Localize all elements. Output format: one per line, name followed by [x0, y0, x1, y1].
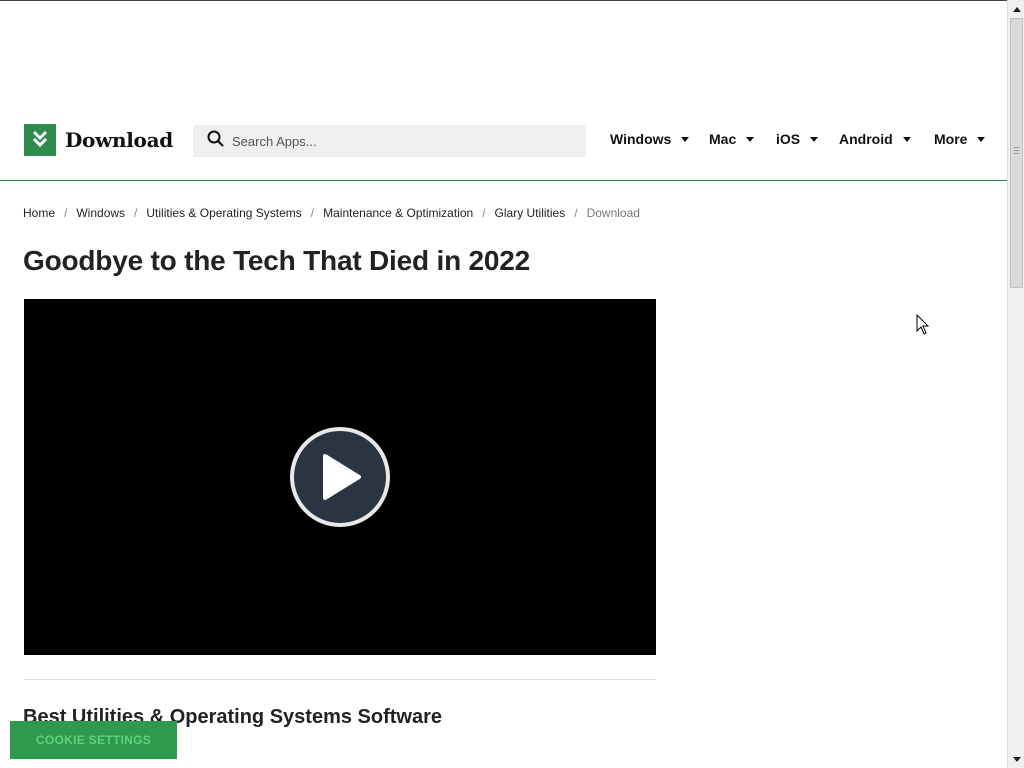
breadcrumb-separator: / [310, 206, 315, 220]
breadcrumb-glary[interactable]: Glary Utilities [495, 206, 566, 220]
nav-android[interactable]: Android [839, 131, 911, 147]
site-header: Download Windows Mac iOS [0, 101, 1007, 181]
nav-windows[interactable]: Windows [610, 131, 690, 147]
mouse-cursor-icon [916, 314, 930, 335]
section-divider [24, 679, 656, 680]
breadcrumb-separator: / [64, 206, 68, 220]
nav-label: Mac [709, 131, 737, 147]
breadcrumb-utilities[interactable]: Utilities & Operating Systems [146, 206, 301, 220]
nav-ios[interactable]: iOS [776, 131, 819, 147]
breadcrumb-separator: / [482, 206, 486, 220]
breadcrumb-separator: / [574, 206, 578, 220]
page: Download Windows Mac iOS [0, 0, 1007, 768]
caret-down-icon [746, 136, 755, 142]
nav-label: Android [839, 131, 893, 147]
nav-label: iOS [776, 131, 801, 147]
breadcrumb-windows[interactable]: Windows [76, 206, 125, 220]
scroll-up-icon[interactable] [1009, 1, 1024, 17]
caret-down-icon [681, 136, 690, 142]
download-arrow-icon [24, 124, 56, 156]
breadcrumb-maintenance[interactable]: Maintenance & Optimization [323, 206, 473, 220]
page-title: Goodbye to the Tech That Died in 2022 [23, 245, 531, 276]
caret-down-icon [810, 136, 819, 142]
breadcrumb-separator: / [134, 206, 138, 220]
site-logo[interactable]: Download [24, 124, 173, 156]
cookie-settings-button[interactable]: COOKIE SETTINGS [10, 721, 177, 759]
breadcrumb-current: Download [586, 206, 640, 220]
scrollbar-thumb[interactable] [1010, 18, 1023, 288]
search-icon [207, 130, 224, 152]
caret-down-icon [902, 136, 911, 142]
breadcrumb-home[interactable]: Home [23, 206, 55, 220]
search-input[interactable] [232, 133, 572, 149]
breadcrumb: Home / Windows / Utilities & Operating S… [23, 206, 640, 220]
caret-down-icon [977, 136, 986, 142]
search-bar[interactable] [193, 125, 586, 157]
logo-text: Download [65, 128, 173, 152]
nav-label: Windows [610, 131, 672, 147]
nav-more[interactable]: More [934, 131, 986, 147]
nav-label: More [934, 131, 968, 147]
scroll-down-icon[interactable] [1009, 751, 1024, 767]
vertical-scrollbar[interactable] [1007, 0, 1024, 768]
play-icon[interactable] [290, 427, 390, 527]
nav-mac[interactable]: Mac [709, 131, 755, 147]
